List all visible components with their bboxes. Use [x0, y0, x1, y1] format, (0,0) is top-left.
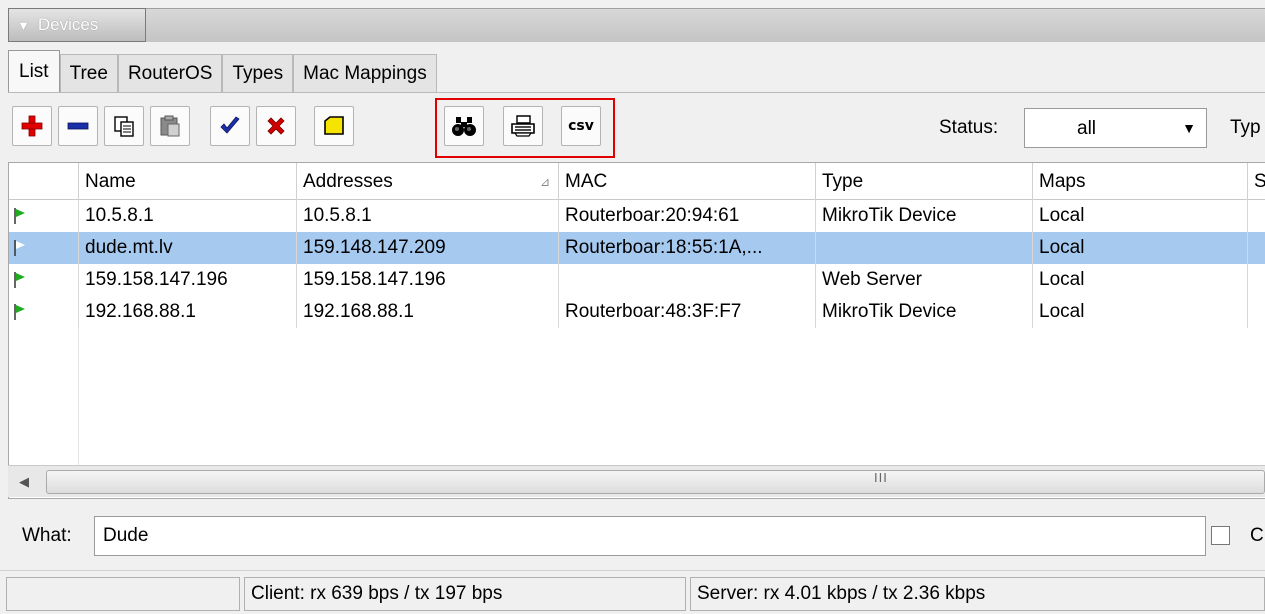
- cell-name: 159.158.147.196: [79, 264, 297, 296]
- cell-type: MikroTik Device: [816, 296, 1033, 328]
- table-row-selected[interactable]: dude.mt.lv 159.148.147.209 Routerboar:18…: [9, 232, 1265, 264]
- column-header-name[interactable]: Name: [79, 163, 297, 200]
- copy-button[interactable]: [104, 106, 144, 146]
- tab-routeros[interactable]: RouterOS: [117, 54, 223, 92]
- cell-type: [816, 232, 1033, 264]
- statusbar-segment-empty: [6, 577, 240, 611]
- green-flag-icon: [14, 208, 25, 224]
- cell-mac: Routerboar:20:94:61: [559, 200, 816, 232]
- disable-button[interactable]: [256, 106, 296, 146]
- scrollbar-thumb[interactable]: [46, 470, 1265, 494]
- cell-type: Web Server: [816, 264, 1033, 296]
- case-checkbox[interactable]: [1211, 526, 1230, 545]
- type-filter-label: Typ: [1230, 117, 1261, 138]
- copy-icon: [114, 116, 134, 137]
- column-header-addresses-label: Addresses: [303, 170, 393, 192]
- enable-icon: [220, 116, 240, 134]
- cell-s: [1248, 264, 1265, 296]
- cell-s: [1248, 200, 1265, 232]
- green-flag-icon: [14, 272, 25, 288]
- comment-icon: [324, 116, 344, 135]
- cell-s: [1248, 232, 1265, 264]
- horizontal-scrollbar[interactable]: ◀ III: [8, 465, 1265, 497]
- cell-type: MikroTik Device: [816, 200, 1033, 232]
- remove-button[interactable]: [58, 106, 98, 146]
- cell-maps: Local: [1033, 200, 1248, 232]
- dropdown-arrow-icon[interactable]: ▼: [1175, 113, 1203, 143]
- paste-button[interactable]: [150, 106, 190, 146]
- tab-bar: List Tree RouterOS Types Mac Mappings: [8, 50, 437, 92]
- white-flag-icon: [14, 240, 25, 256]
- highlight-box: [435, 98, 615, 158]
- cell-name: 192.168.88.1: [79, 296, 297, 328]
- table-row[interactable]: 10.5.8.1 10.5.8.1 Routerboar:20:94:61 Mi…: [9, 200, 1265, 232]
- scrollbar-grip: III: [874, 470, 888, 485]
- add-button[interactable]: [12, 106, 52, 146]
- status-label: Status:: [939, 117, 999, 138]
- cell-name: 10.5.8.1: [79, 200, 297, 232]
- disable-icon: [267, 117, 285, 135]
- cell-maps: Local: [1033, 232, 1248, 264]
- status-value: all: [1077, 118, 1097, 139]
- collapse-triangle-icon: ▼: [17, 17, 30, 33]
- cell-addresses: 10.5.8.1: [297, 200, 559, 232]
- cell-mac: [559, 264, 816, 296]
- status-select[interactable]: all ▼: [1024, 108, 1207, 148]
- cell-maps: Local: [1033, 264, 1248, 296]
- table-row[interactable]: 192.168.88.1 192.168.88.1 Routerboar:48:…: [9, 296, 1265, 328]
- window-titlebar: ▼ Devices: [0, 0, 1265, 42]
- sort-indicator-icon: ⊿: [539, 175, 550, 189]
- client-traffic-status: Client: rx 639 bps / tx 197 bps: [244, 577, 686, 611]
- column-header-addresses[interactable]: Addresses ⊿: [297, 163, 559, 200]
- cell-mac: Routerboar:48:3F:F7: [559, 296, 816, 328]
- server-traffic-status: Server: rx 4.01 kbps / tx 2.36 kbps: [690, 577, 1265, 611]
- tab-mac-mappings[interactable]: Mac Mappings: [293, 54, 437, 92]
- flag-cell: [9, 296, 79, 328]
- window-title: Devices: [37, 15, 99, 34]
- column-header-flag[interactable]: [9, 163, 79, 200]
- enable-button[interactable]: [210, 106, 250, 146]
- column-header-mac[interactable]: MAC: [559, 163, 816, 200]
- table-header: Name Addresses ⊿ MAC Type Maps S: [9, 163, 1265, 200]
- column-header-s[interactable]: S: [1248, 163, 1265, 200]
- paste-icon: [160, 115, 180, 137]
- tab-types[interactable]: Types: [222, 54, 294, 92]
- cell-addresses: 192.168.88.1: [297, 296, 559, 328]
- cell-addresses: 159.158.147.196: [297, 264, 559, 296]
- tab-list[interactable]: List: [8, 50, 60, 92]
- titlebar-strip: [8, 8, 1265, 42]
- tab-tree[interactable]: Tree: [59, 54, 118, 92]
- status-bar: Client: rx 639 bps / tx 197 bps Server: …: [0, 570, 1265, 614]
- what-label: What:: [22, 525, 72, 546]
- cell-mac: Routerboar:18:55:1A,...: [559, 232, 816, 264]
- cell-maps: Local: [1033, 296, 1248, 328]
- column-header-maps[interactable]: Maps: [1033, 163, 1248, 200]
- column-header-type[interactable]: Type: [816, 163, 1033, 200]
- cell-name: dude.mt.lv: [79, 232, 297, 264]
- add-icon: [21, 115, 43, 137]
- devices-table: Name Addresses ⊿ MAC Type Maps S 10.5.8.…: [8, 162, 1265, 499]
- flag-cell: [9, 264, 79, 296]
- column-line: [78, 328, 79, 468]
- window-title-toggle[interactable]: ▼ Devices: [8, 8, 146, 42]
- tab-divider: [8, 92, 1265, 93]
- flag-cell: [9, 232, 79, 264]
- cell-addresses: 159.148.147.209: [297, 232, 559, 264]
- what-input[interactable]: Dude: [94, 516, 1206, 556]
- table-row[interactable]: 159.158.147.196 159.158.147.196 Web Serv…: [9, 264, 1265, 296]
- remove-icon: [67, 122, 89, 130]
- comment-button[interactable]: [314, 106, 354, 146]
- green-flag-icon: [14, 304, 25, 320]
- case-checkbox-label: C: [1250, 525, 1264, 546]
- scroll-left-icon[interactable]: ◀: [8, 466, 40, 498]
- flag-cell: [9, 200, 79, 232]
- cell-s: [1248, 296, 1265, 328]
